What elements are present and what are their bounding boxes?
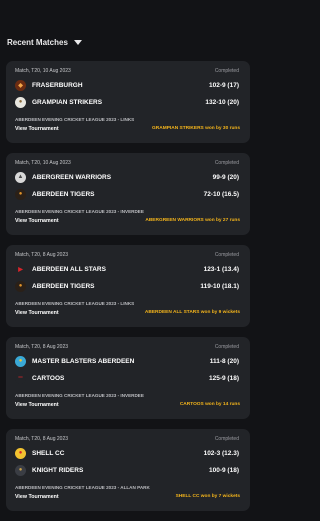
match-status: Completed <box>214 344 239 350</box>
match-meta: Match, T20, 8 Aug 2023 <box>15 344 69 350</box>
team-row: ▶ ABERDEEN ALL STARS 123-1 (13.4) <box>15 263 239 275</box>
view-tournament-link[interactable]: View Tournament <box>15 218 59 224</box>
shell-cc-logo-icon: ● <box>15 447 26 459</box>
team-row: ═ CARTOOS 125-9 (18) <box>15 372 239 384</box>
recent-matches-title: Recent Matches <box>7 38 68 47</box>
match-card[interactable]: Match, T20, 8 Aug 2023 Completed ▶ ABERD… <box>6 245 250 327</box>
match-meta: Match, T20, 8 Aug 2023 <box>15 436 69 442</box>
fraserburgh-logo-icon: ◆ <box>15 79 26 91</box>
team-name: ABERGREEN WARRIORS <box>32 173 112 181</box>
recent-matches-header[interactable]: Recent Matches <box>7 38 82 47</box>
team-score: 102-3 (12.3) <box>203 449 239 457</box>
match-card[interactable]: Match, T20, 10 Aug 2023 Completed ◆ FRAS… <box>6 61 250 143</box>
match-meta: Match, T20, 10 Aug 2023 <box>15 68 71 74</box>
match-card[interactable]: Match, T20, 10 Aug 2023 Completed ▲ ABER… <box>6 153 250 235</box>
match-status: Completed <box>214 252 239 258</box>
aberdeen-tigers-logo-icon: ● <box>15 280 26 292</box>
team-row: ◆ FRASERBURGH 102-9 (17) <box>15 79 239 91</box>
view-tournament-link[interactable]: View Tournament <box>15 310 59 316</box>
match-list: Match, T20, 10 Aug 2023 Completed ◆ FRAS… <box>6 61 250 521</box>
match-card[interactable]: Match, T20, 8 Aug 2023 Completed ● SHELL… <box>6 429 250 511</box>
team-score: 125-9 (18) <box>209 374 239 382</box>
view-tournament-link[interactable]: View Tournament <box>15 494 59 500</box>
aberdeen-all-stars-logo-icon: ▶ <box>15 263 26 275</box>
league-name: ABERDEEN EVENING CRICKET LEAGUE 2023 - I… <box>15 209 144 214</box>
league-name: ABERDEEN EVENING CRICKET LEAGUE 2023 - A… <box>15 485 150 490</box>
grampian-strikers-logo-icon: ● <box>15 96 26 108</box>
team-name: ABERDEEN ALL STARS <box>32 265 106 273</box>
master-blasters-logo-icon: ● <box>15 355 26 367</box>
team-score: 99-9 (20) <box>212 173 239 181</box>
team-name: CARTOOS <box>32 374 65 382</box>
view-tournament-link[interactable]: View Tournament <box>15 126 59 132</box>
team-score: 111-8 (20) <box>209 357 239 365</box>
team-row: ● MASTER BLASTERS ABERDEEN 111-8 (20) <box>15 355 239 367</box>
team-name: FRASERBURGH <box>32 81 83 89</box>
team-score: 72-10 (16.5) <box>203 190 239 198</box>
team-score: 119-10 (18.1) <box>200 282 239 290</box>
team-name: ABERDEEN TIGERS <box>32 282 95 290</box>
team-row: ● GRAMPIAN STRIKERS 132-10 (20) <box>15 96 239 108</box>
cartoos-logo-icon: ═ <box>15 372 26 384</box>
team-name: MASTER BLASTERS ABERDEEN <box>32 357 135 365</box>
team-row: ▲ ABERGREEN WARRIORS 99-9 (20) <box>15 171 239 183</box>
league-name: ABERDEEN EVENING CRICKET LEAGUE 2023 - I… <box>15 393 144 398</box>
team-score: 100-9 (18) <box>209 466 239 474</box>
match-result: CARTOOS won by 14 runs <box>179 402 240 407</box>
match-result: GRAMPIAN STRIKERS won by 30 runs <box>152 126 240 131</box>
team-row: ● SHELL CC 102-3 (12.3) <box>15 447 239 459</box>
match-card[interactable]: Match, T20, 8 Aug 2023 Completed ● MASTE… <box>6 337 250 419</box>
match-result: ABERGREEN WARRIORS won by 27 runs <box>145 218 240 223</box>
match-status: Completed <box>214 160 239 166</box>
team-row: ● ABERDEEN TIGERS 72-10 (16.5) <box>15 188 239 200</box>
chevron-down-icon[interactable] <box>73 40 82 45</box>
match-meta: Match, T20, 10 Aug 2023 <box>15 160 71 166</box>
team-score: 123-1 (13.4) <box>203 265 239 273</box>
team-score: 132-10 (20) <box>205 98 239 106</box>
match-meta: Match, T20, 8 Aug 2023 <box>15 252 69 258</box>
match-status: Completed <box>214 436 239 442</box>
team-name: KNIGHT RIDERS <box>32 466 84 474</box>
match-result: SHELL CC won by 7 wickets <box>175 494 240 499</box>
team-name: GRAMPIAN STRIKERS <box>32 98 103 106</box>
view-tournament-link[interactable]: View Tournament <box>15 402 59 408</box>
aberdeen-tigers-logo-icon: ● <box>15 188 26 200</box>
knight-riders-logo-icon: ● <box>15 464 26 476</box>
team-row: ● KNIGHT RIDERS 100-9 (18) <box>15 464 239 476</box>
match-status: Completed <box>214 68 239 74</box>
abergreen-warriors-logo-icon: ▲ <box>15 171 26 183</box>
league-name: ABERDEEN EVENING CRICKET LEAGUE 2023 - L… <box>15 301 135 306</box>
league-name: ABERDEEN EVENING CRICKET LEAGUE 2023 - L… <box>15 117 135 122</box>
match-result: ABERDEEN ALL STARS won by 9 wickets <box>144 310 240 315</box>
team-name: ABERDEEN TIGERS <box>32 190 95 198</box>
team-name: SHELL CC <box>32 449 65 457</box>
team-score: 102-9 (17) <box>209 81 239 89</box>
team-row: ● ABERDEEN TIGERS 119-10 (18.1) <box>15 280 239 292</box>
